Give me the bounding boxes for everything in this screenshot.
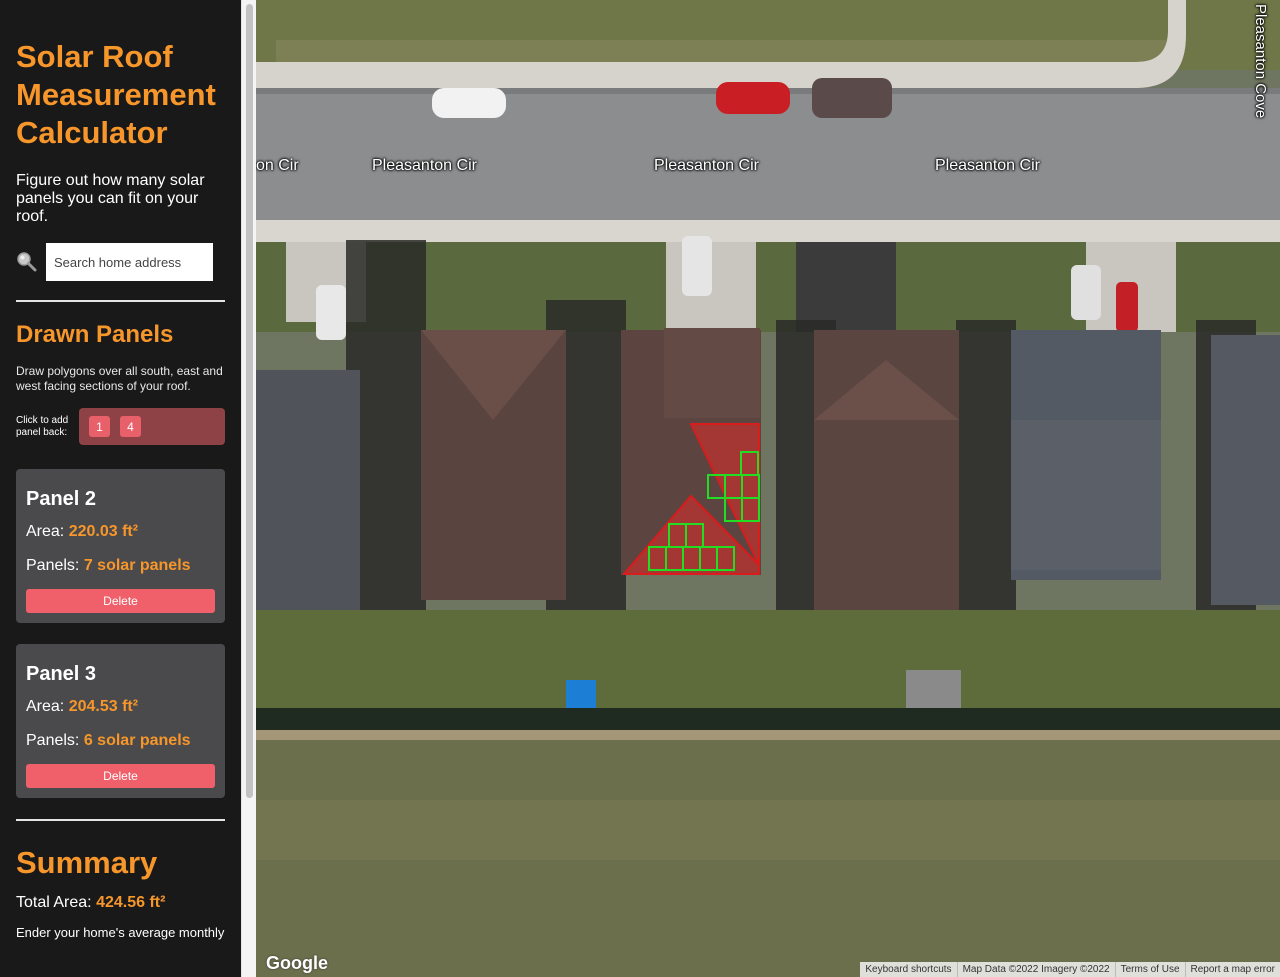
panel-count-value: 6 solar panels: [83, 732, 191, 749]
satellite-map[interactable]: on Cir Pleasanton Cir Pleasanton Cir Ple…: [256, 0, 1280, 977]
summary-heading: Summary: [16, 845, 158, 880]
total-area-row: Total Area: 424.56 ft²: [16, 893, 225, 913]
google-logo: Google: [266, 953, 328, 973]
add-back-row: Click to add panel back: 1 4: [16, 408, 225, 445]
delete-panel-button[interactable]: Delete: [26, 589, 215, 613]
monthly-bill-prompt: Ender your home's average monthly: [16, 925, 225, 940]
satellite-imagery: [256, 0, 1280, 977]
street-label: Pleasanton Cir: [372, 157, 477, 174]
report-map-error-link[interactable]: Report a map error: [1184, 962, 1280, 977]
panel-card: Panel 2 Area: 220.03 ft² Panels: 7 solar…: [16, 469, 225, 623]
panel-area-row: Area: 204.53 ft²: [26, 697, 215, 717]
street-label: Pleasanton Cir: [935, 157, 1040, 174]
map-data-text: Map Data ©2022 Imagery ©2022: [956, 962, 1115, 977]
add-back-label: Click to add panel back:: [16, 414, 69, 438]
panel-count-row: Panels: 6 solar panels: [26, 731, 215, 751]
sidebar-scrollbar[interactable]: [241, 0, 256, 977]
panel-area-value: 204.53 ft²: [68, 698, 139, 715]
sidebar: Solar Roof Measurement Calculator Figure…: [0, 0, 241, 977]
app-tagline: Figure out how many solar panels you can…: [16, 172, 205, 225]
panel-card-title: Panel 3: [26, 663, 97, 685]
panel-count-row: Panels: 7 solar panels: [26, 556, 215, 576]
street-label: Pleasanton Cir: [654, 157, 759, 174]
map-attribution-bar: Keyboard shortcuts Map Data ©2022 Imager…: [860, 962, 1280, 977]
keyboard-shortcuts-link[interactable]: Keyboard shortcuts: [860, 962, 956, 977]
app-title: Solar Roof Measurement Calculator: [16, 39, 216, 150]
panels-label: Panels:: [26, 732, 80, 749]
area-label: Area:: [26, 698, 65, 715]
total-area-value: 424.56 ft²: [96, 894, 166, 911]
panel-card-title: Panel 2: [26, 488, 97, 510]
delete-panel-button[interactable]: Delete: [26, 764, 215, 788]
divider: [16, 300, 225, 302]
panel-area-value: 220.03 ft²: [68, 523, 139, 540]
removed-panels-box: 1 4: [79, 408, 225, 445]
search-icon: [16, 247, 46, 277]
panel-card: Panel 3 Area: 204.53 ft² Panels: 6 solar…: [16, 644, 225, 798]
add-back-panel-1-button[interactable]: 1: [89, 416, 110, 437]
area-label: Area:: [26, 523, 65, 540]
street-label: Pleasanton Cove: [1252, 4, 1269, 119]
street-label: on Cir: [256, 157, 299, 174]
panel-count-value: 7 solar panels: [83, 557, 191, 574]
search-input[interactable]: [46, 243, 213, 281]
search-row: [16, 243, 225, 281]
total-area-label: Total Area:: [16, 894, 92, 911]
scrollbar-thumb[interactable]: [246, 4, 253, 798]
terms-of-use-link[interactable]: Terms of Use: [1114, 962, 1185, 977]
drawn-panels-instructions: Draw polygons over all south, east and w…: [16, 364, 223, 393]
divider: [16, 819, 225, 821]
panels-label: Panels:: [26, 557, 80, 574]
drawn-panels-heading: Drawn Panels: [16, 321, 174, 348]
panel-area-row: Area: 220.03 ft²: [26, 522, 215, 542]
add-back-panel-4-button[interactable]: 4: [120, 416, 141, 437]
